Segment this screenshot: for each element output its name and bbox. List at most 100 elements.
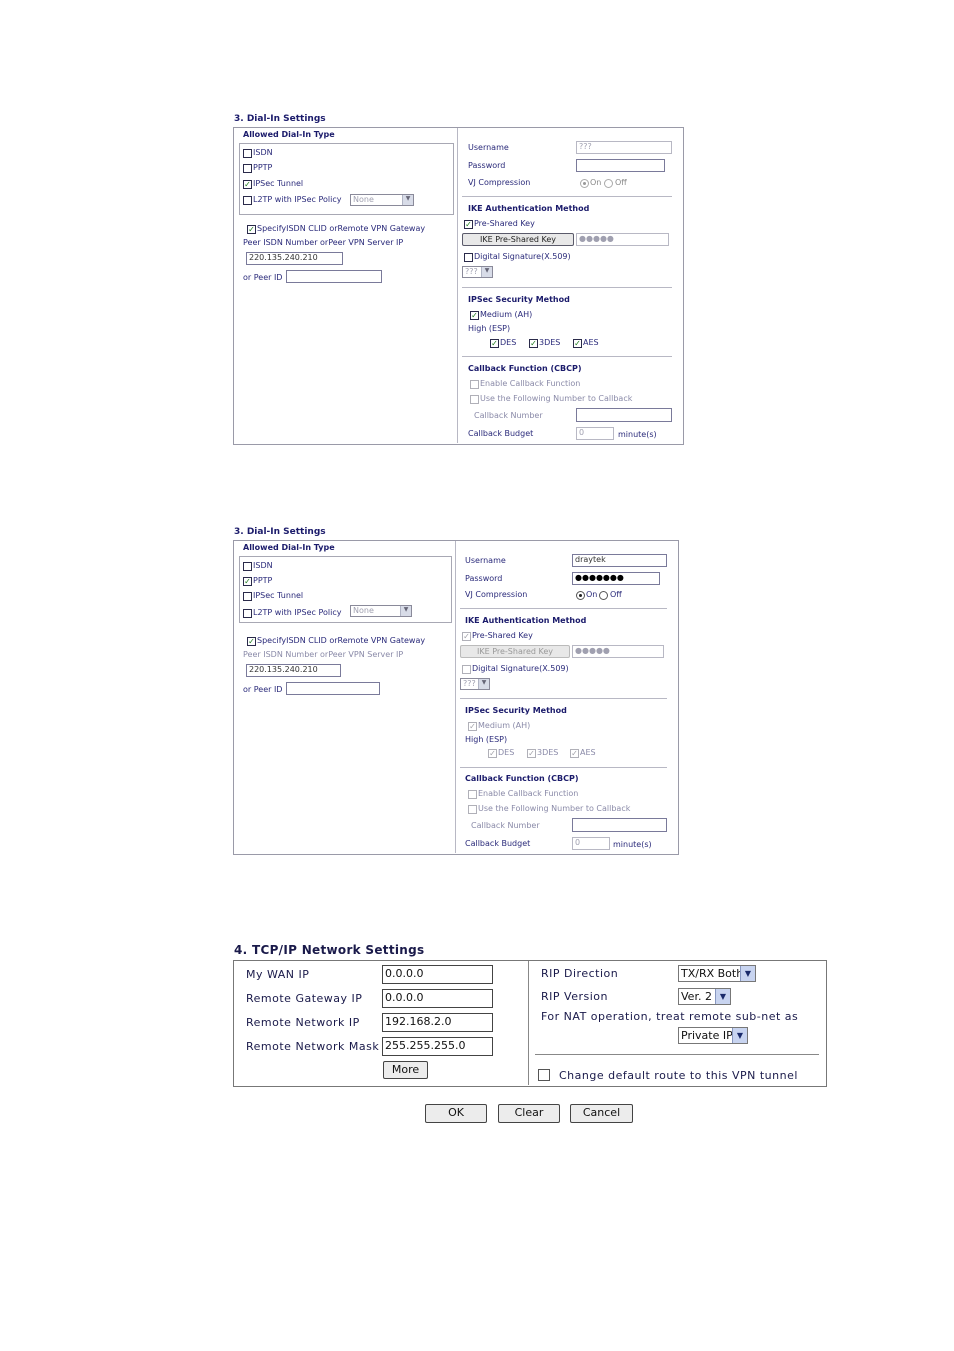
vj-compression-label: VJ Compression bbox=[465, 590, 528, 599]
medium-ah-label: Medium (AH) bbox=[478, 721, 531, 730]
ipsec-tunnel-checkbox[interactable] bbox=[243, 592, 252, 601]
allowed-dial-in-header: Allowed Dial-In Type bbox=[243, 543, 335, 552]
3des-checkbox[interactable]: ✓ bbox=[527, 749, 536, 758]
enable-callback-label: Enable Callback Function bbox=[480, 379, 581, 388]
use-following-checkbox[interactable] bbox=[470, 395, 479, 404]
vj-on-label: On bbox=[586, 590, 598, 599]
remote-network-mask-input[interactable]: 255.255.255.0 bbox=[382, 1037, 493, 1056]
medium-ah-checkbox[interactable]: ✓ bbox=[468, 722, 477, 731]
vj-on-radio[interactable] bbox=[580, 179, 589, 188]
callback-budget-input[interactable]: 0 bbox=[576, 427, 614, 440]
username-input[interactable]: draytek bbox=[572, 554, 667, 567]
callback-budget-input[interactable]: 0 bbox=[572, 837, 610, 850]
specify-gateway-checkbox[interactable]: ✓ bbox=[247, 225, 256, 234]
isdn-label: ISDN bbox=[253, 148, 273, 157]
peer-ip-input[interactable]: 220.135.240.210 bbox=[246, 664, 341, 677]
pre-shared-key-checkbox[interactable]: ✓ bbox=[464, 220, 473, 229]
pptp-label: PPTP bbox=[253, 576, 273, 585]
callback-header: Callback Function (CBCP) bbox=[468, 364, 582, 373]
section-title: 3. Dial-In Settings bbox=[234, 114, 326, 124]
l2tp-label: L2TP with IPSec Policy bbox=[253, 195, 342, 204]
password-label: Password bbox=[468, 161, 506, 170]
ike-pre-shared-key-button[interactable]: IKE Pre-Shared Key bbox=[462, 233, 574, 246]
ike-key-input[interactable]: ●●●●● bbox=[576, 233, 669, 246]
chevron-down-icon: ▼ bbox=[715, 989, 730, 1004]
callback-budget-label: Callback Budget bbox=[465, 839, 531, 848]
remote-network-ip-input[interactable]: 192.168.2.0 bbox=[382, 1013, 493, 1032]
chevron-down-icon: ▼ bbox=[740, 966, 755, 981]
divider bbox=[462, 196, 672, 197]
enable-callback-label: Enable Callback Function bbox=[478, 789, 579, 798]
vj-off-radio[interactable] bbox=[604, 179, 613, 188]
pptp-checkbox[interactable] bbox=[243, 164, 252, 173]
l2tp-checkbox[interactable] bbox=[243, 609, 252, 618]
peer-id-input[interactable] bbox=[286, 682, 380, 695]
vj-on-radio[interactable] bbox=[576, 591, 585, 600]
aes-checkbox[interactable]: ✓ bbox=[570, 749, 579, 758]
ipsec-tunnel-label: IPSec Tunnel bbox=[253, 179, 304, 188]
des-label: DES bbox=[498, 748, 515, 757]
l2tp-policy-select[interactable]: None ▼ bbox=[350, 194, 414, 206]
username-input[interactable]: ??? bbox=[576, 141, 672, 154]
ike-key-input[interactable]: ●●●●● bbox=[572, 645, 664, 658]
des-checkbox[interactable]: ✓ bbox=[490, 339, 499, 348]
ipsec-tunnel-checkbox[interactable]: ✓ bbox=[243, 180, 252, 189]
callback-number-input[interactable] bbox=[576, 408, 672, 422]
chevron-down-icon: ▼ bbox=[400, 606, 411, 616]
isdn-checkbox[interactable] bbox=[243, 149, 252, 158]
allowed-dial-in-header: Allowed Dial-In Type bbox=[243, 130, 335, 139]
rip-direction-select[interactable]: TX/RX Both ▼ bbox=[678, 965, 756, 982]
digital-signature-checkbox[interactable] bbox=[462, 665, 471, 674]
divider bbox=[455, 541, 456, 853]
enable-callback-checkbox[interactable] bbox=[470, 380, 479, 389]
my-wan-ip-label: My WAN IP bbox=[246, 968, 310, 981]
remote-network-mask-label: Remote Network Mask bbox=[246, 1040, 380, 1053]
more-button[interactable]: More bbox=[383, 1061, 428, 1079]
l2tp-policy-select[interactable]: None ▼ bbox=[350, 605, 412, 617]
divider bbox=[457, 128, 458, 443]
password-input[interactable]: ●●●●●●● bbox=[572, 572, 660, 585]
digital-signature-checkbox[interactable] bbox=[464, 253, 473, 262]
l2tp-checkbox[interactable] bbox=[243, 196, 252, 205]
remote-gateway-ip-input[interactable]: 0.0.0.0 bbox=[382, 989, 493, 1008]
section-title: 4. TCP/IP Network Settings bbox=[234, 943, 425, 957]
clear-button[interactable]: Clear bbox=[498, 1104, 560, 1123]
peer-id-input[interactable] bbox=[286, 270, 382, 283]
pptp-label: PPTP bbox=[253, 163, 273, 172]
default-route-checkbox[interactable] bbox=[538, 1069, 550, 1081]
nat-subnet-value: Private IP bbox=[681, 1029, 733, 1042]
peer-ip-input[interactable]: 220.135.240.210 bbox=[246, 252, 343, 265]
specify-gateway-label: SpecifyISDN CLID orRemote VPN Gateway bbox=[257, 224, 426, 233]
nat-subnet-select[interactable]: Private IP ▼ bbox=[678, 1027, 748, 1044]
cancel-button[interactable]: Cancel bbox=[570, 1104, 633, 1123]
high-esp-label: High (ESP) bbox=[465, 735, 508, 744]
pre-shared-key-checkbox[interactable]: ✓ bbox=[462, 632, 471, 641]
ok-button[interactable]: OK bbox=[425, 1104, 487, 1123]
medium-ah-checkbox[interactable]: ✓ bbox=[470, 311, 479, 320]
enable-callback-checkbox[interactable] bbox=[468, 790, 477, 799]
password-label: Password bbox=[465, 574, 503, 583]
vj-off-radio[interactable] bbox=[599, 591, 608, 600]
pptp-checkbox[interactable]: ✓ bbox=[243, 577, 252, 586]
nat-operation-label: For NAT operation, treat remote sub-net … bbox=[541, 1010, 799, 1023]
signature-select[interactable]: ??? ▼ bbox=[460, 678, 490, 690]
divider bbox=[460, 608, 667, 609]
specify-gateway-checkbox[interactable]: ✓ bbox=[247, 637, 256, 646]
ipsec-security-header: IPSec Security Method bbox=[468, 295, 570, 304]
use-following-checkbox[interactable] bbox=[468, 805, 477, 814]
password-input[interactable] bbox=[576, 159, 665, 172]
isdn-checkbox[interactable] bbox=[243, 562, 252, 571]
callback-number-input[interactable] bbox=[572, 818, 667, 832]
aes-checkbox[interactable]: ✓ bbox=[573, 339, 582, 348]
minutes-label: minute(s) bbox=[618, 430, 657, 439]
divider bbox=[528, 961, 529, 1085]
rip-version-select[interactable]: Ver. 2 ▼ bbox=[678, 988, 731, 1005]
section-title: 3. Dial-In Settings bbox=[234, 527, 326, 537]
signature-select[interactable]: ??? ▼ bbox=[462, 266, 493, 278]
callback-number-label: Callback Number bbox=[474, 411, 543, 420]
ike-pre-shared-key-button[interactable]: IKE Pre-Shared Key bbox=[460, 645, 570, 658]
des-checkbox[interactable]: ✓ bbox=[488, 749, 497, 758]
my-wan-ip-input[interactable]: 0.0.0.0 bbox=[382, 965, 493, 984]
chevron-down-icon: ▼ bbox=[402, 195, 413, 205]
3des-checkbox[interactable]: ✓ bbox=[529, 339, 538, 348]
